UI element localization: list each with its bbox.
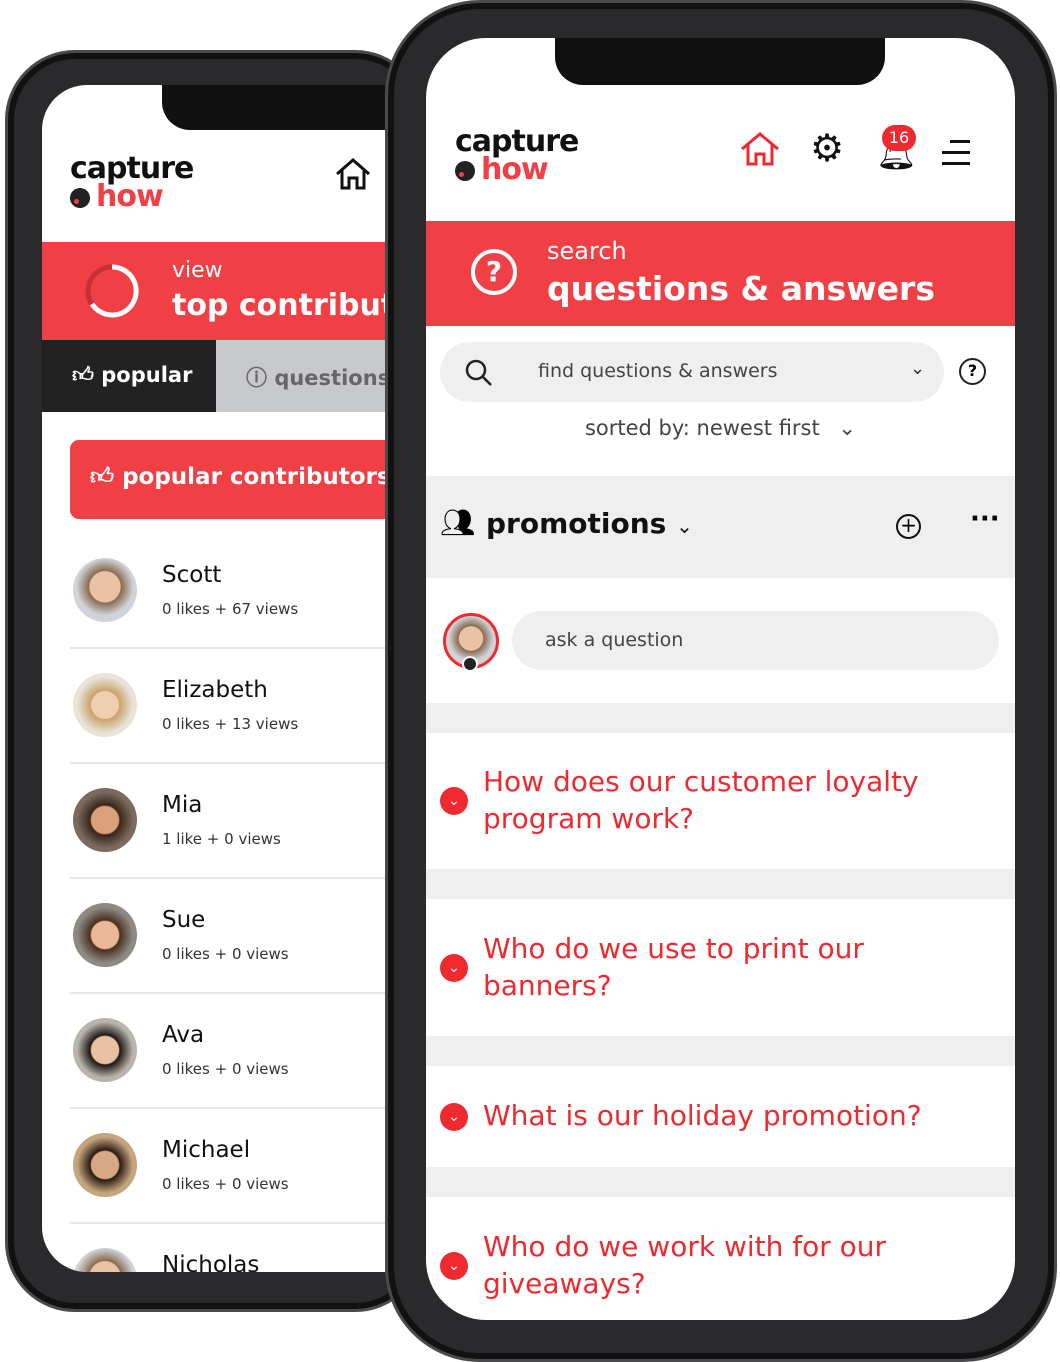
back-phone-screen: capture how view top contributors 👍︎ pop… (42, 85, 385, 1272)
front-phone-screen: capture how ⚙︎ 🔔︎ 16 ? search questions … (426, 38, 1015, 1320)
help-icon[interactable]: ? (959, 358, 986, 385)
divider (70, 877, 385, 879)
qa-banner: ? search questions & answers (426, 221, 1015, 326)
question-circle-icon: ⓘ (246, 366, 267, 390)
sort-dropdown[interactable]: sorted by: newest first ⌄ (426, 416, 1015, 440)
divider (426, 869, 1015, 899)
thumbs-up-icon: 👍︎ (72, 363, 94, 387)
avatar (73, 788, 137, 852)
avatar (73, 1018, 137, 1082)
avatar (73, 558, 137, 622)
divider (426, 1167, 1015, 1197)
popular-contributors-button[interactable]: 👍︎ popular contributors (70, 440, 385, 519)
home-icon[interactable] (334, 157, 372, 191)
avatar (73, 903, 137, 967)
logo[interactable]: capture how (455, 127, 579, 185)
gear-icon[interactable]: ⚙︎ (810, 126, 844, 170)
chevron-down-icon[interactable]: ⌄ (910, 358, 925, 379)
search-icon (465, 359, 492, 386)
more-options-icon[interactable]: ··· (970, 504, 1000, 534)
question-circle-icon: ? (471, 249, 517, 295)
divider (70, 762, 385, 764)
home-icon[interactable] (739, 131, 781, 167)
divider (426, 703, 1015, 733)
divider (70, 647, 385, 649)
avatar (73, 673, 137, 737)
chevron-down-icon: ⌄ (676, 514, 693, 538)
logo-signal-icon (455, 160, 475, 181)
divider (70, 1107, 385, 1109)
chevron-down-icon: ⌄ (838, 416, 857, 440)
group-header: 👥︎ promotions ⌄ + ··· (426, 476, 1015, 578)
add-icon[interactable]: + (896, 514, 921, 539)
tab-questions[interactable]: ⓘ questions (216, 340, 385, 412)
progress-ring-icon (85, 264, 139, 318)
divider (70, 1222, 385, 1224)
ask-question-input[interactable]: ask a question (512, 611, 999, 670)
hamburger-menu-icon[interactable] (942, 140, 970, 165)
notification-badge: 16 (882, 125, 916, 151)
users-icon: 👥︎ (440, 506, 476, 539)
group-selector[interactable]: promotions ⌄ (486, 507, 693, 540)
top-contributors-banner[interactable]: view top contributors (42, 242, 385, 340)
divider (70, 992, 385, 994)
avatar-badge-icon (462, 656, 478, 672)
search-input[interactable]: find questions & answers ⌄ (440, 342, 944, 402)
avatar (73, 1133, 137, 1197)
tab-popular[interactable]: 👍︎ popular (42, 340, 216, 412)
logo-signal-icon (70, 187, 90, 208)
logo[interactable]: capture how (70, 154, 194, 212)
thumbs-up-icon: 👍︎ (90, 464, 115, 490)
notch (555, 38, 885, 85)
avatar (73, 1248, 137, 1272)
divider (426, 1036, 1015, 1066)
notch (162, 85, 385, 130)
